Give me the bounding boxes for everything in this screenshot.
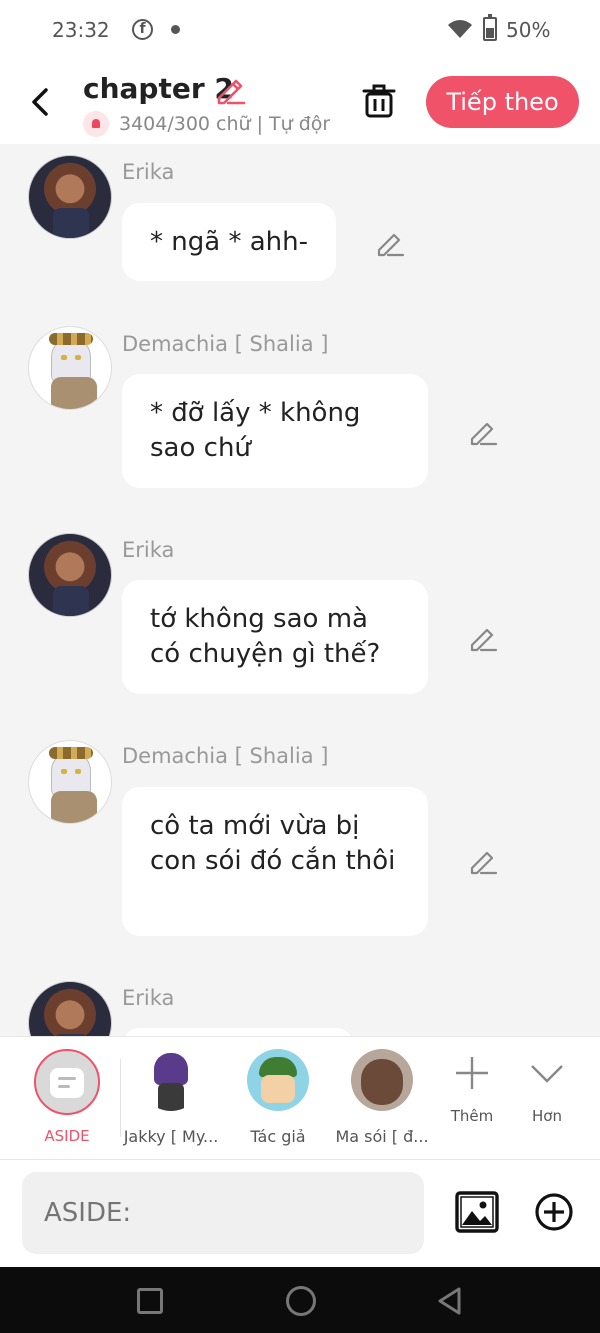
character-label: Jakky [ My... (123, 1127, 219, 1146)
battery-icon (483, 14, 497, 41)
add-label: Thêm (450, 1107, 494, 1125)
add-character-button[interactable]: Thêm (437, 1055, 507, 1125)
aside-chat-icon (50, 1068, 84, 1098)
meta-separator: | (256, 113, 263, 135)
aside-input[interactable] (22, 1172, 424, 1254)
aside-label: ASIDE (44, 1127, 90, 1145)
character-bar: ASIDE Jakky [ My... Tác giả Ma sói [ đ..… (0, 1036, 600, 1160)
next-button[interactable]: Tiếp theo (426, 76, 579, 128)
speaker-name: Erika (122, 986, 175, 1010)
autosave-status: Tự động lưu (269, 113, 330, 135)
edit-message-pencil-icon[interactable] (375, 228, 405, 258)
more-characters-button[interactable]: Hơn (512, 1055, 582, 1125)
avatar-erika[interactable] (28, 981, 112, 1036)
character-ma-soi[interactable]: Ma sói [ đ... (332, 1049, 432, 1146)
character-tac-gia[interactable]: Tác giả (228, 1049, 328, 1146)
trash-icon[interactable] (361, 82, 397, 120)
message-bubble[interactable]: * đỡ lấy * không sao chứ (122, 374, 428, 488)
composer (0, 1160, 600, 1267)
add-circle-icon[interactable] (534, 1192, 574, 1232)
character-label: Tác giả (250, 1127, 306, 1146)
character-jakky[interactable]: Jakky [ My... (121, 1049, 221, 1146)
status-bar: 23:32 f 50% (0, 0, 600, 62)
chevron-down-icon (531, 1065, 563, 1083)
message-bubble[interactable]: * ngã * ahh- (122, 203, 336, 281)
avatar-demachia[interactable] (28, 740, 112, 824)
editor-header: chapter 2 3404/300 chữ | Tự động lưu Tiế… (0, 62, 600, 144)
avatar-tac-gia (247, 1049, 309, 1111)
edit-message-pencil-icon[interactable] (468, 846, 498, 876)
speaker-name: Erika (122, 160, 175, 184)
recent-apps-icon[interactable] (137, 1288, 163, 1314)
notification-dot-icon (171, 25, 180, 34)
avatar-ma-soi (351, 1049, 413, 1111)
avatar-demachia[interactable] (28, 326, 112, 410)
status-time: 23:32 (52, 18, 110, 42)
word-count: 3404/300 chữ (119, 113, 251, 135)
message-bubble[interactable]: tớ không sao mà có chuyện gì thế? (122, 580, 428, 694)
aside-button[interactable] (34, 1049, 100, 1115)
chapter-title: chapter 2 (83, 72, 234, 105)
wifi-icon (448, 20, 472, 38)
speaker-name: Erika (122, 538, 175, 562)
system-back-icon[interactable] (435, 1285, 465, 1317)
plus-icon (456, 1057, 488, 1089)
speaker-name: Demachia [ Shalia ] (122, 332, 329, 356)
edit-message-pencil-icon[interactable] (468, 623, 498, 653)
back-arrow-icon[interactable] (26, 84, 56, 120)
system-navigation-bar (0, 1267, 600, 1333)
character-label: Ma sói [ đ... (335, 1127, 429, 1146)
chat-area[interactable]: Erika * ngã * ahh- Demachia [ Shalia ] *… (0, 144, 600, 1036)
more-label: Hơn (532, 1107, 562, 1125)
message-bubble[interactable] (122, 1028, 354, 1036)
edit-title-pencil-icon[interactable] (214, 74, 246, 106)
edit-message-pencil-icon[interactable] (468, 417, 498, 447)
avatar-jakky (140, 1049, 202, 1111)
chapter-meta: 3404/300 chữ | Tự động lưu (83, 111, 330, 137)
facebook-notification-icon: f (132, 19, 153, 40)
avatar-erika[interactable] (28, 533, 112, 617)
message-bubble[interactable]: cô ta mới vừa bị con sói đó cắn thôi (122, 787, 428, 936)
battery-percent: 50% (506, 18, 551, 42)
home-icon[interactable] (286, 1286, 316, 1316)
avatar-erika[interactable] (28, 155, 112, 239)
speaker-name: Demachia [ Shalia ] (122, 744, 329, 768)
warning-bell-icon (83, 111, 109, 137)
image-icon[interactable] (455, 1191, 499, 1233)
